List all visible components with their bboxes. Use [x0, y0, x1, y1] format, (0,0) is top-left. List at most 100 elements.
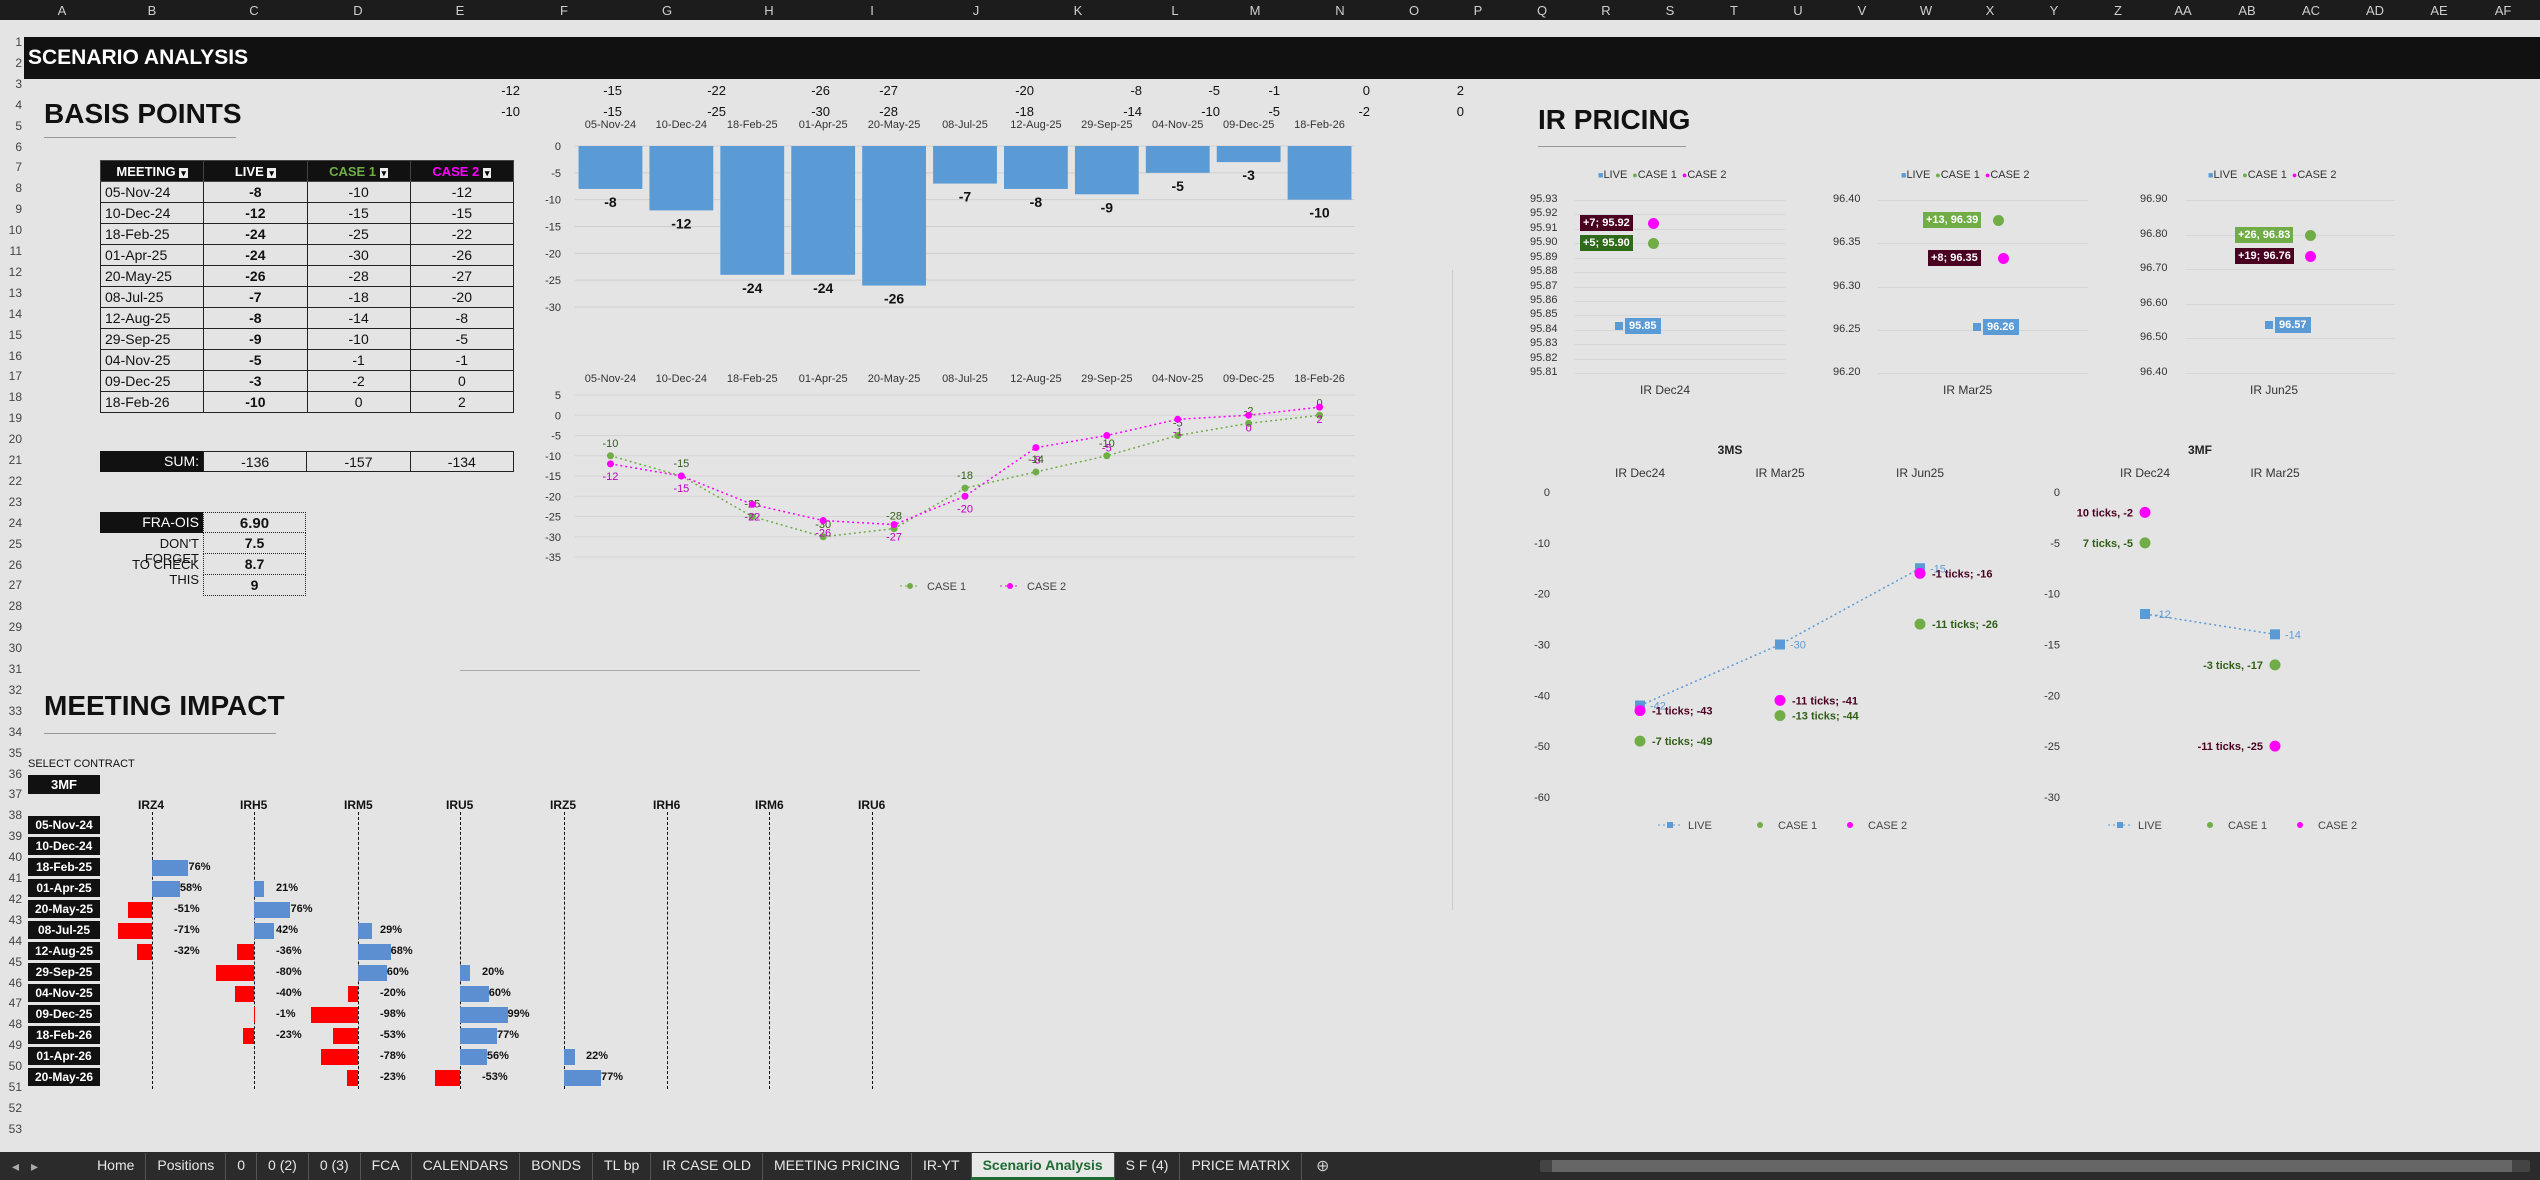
value-cell[interactable]: -24 [203, 244, 308, 266]
column-header[interactable]: A [58, 3, 67, 18]
data-point[interactable] [819, 517, 827, 525]
row-number[interactable]: 32 [0, 683, 22, 697]
row-number[interactable]: 52 [0, 1101, 22, 1115]
column-header[interactable]: AD [2366, 3, 2384, 18]
row-number[interactable]: 22 [0, 474, 22, 488]
data-point[interactable] [1103, 432, 1111, 439]
ir-case-marker[interactable] [1648, 238, 1659, 249]
filter-icon[interactable]: ▾ [179, 167, 188, 178]
column-header[interactable]: W [1920, 3, 1932, 18]
impact-bar[interactable] [215, 965, 254, 981]
row-number[interactable]: 2 [0, 56, 22, 70]
row-number[interactable]: 10 [0, 223, 22, 237]
impact-bar[interactable] [460, 1028, 497, 1044]
row-number[interactable]: 6 [0, 140, 22, 154]
row-number[interactable]: 8 [0, 181, 22, 195]
ir-case-marker[interactable] [1998, 253, 2009, 264]
impact-bar[interactable] [242, 1028, 254, 1044]
value-cell[interactable]: -25 [306, 223, 411, 245]
data-point[interactable] [606, 452, 614, 460]
row-number[interactable]: 14 [0, 307, 22, 321]
meeting-date-cell[interactable]: 05-Nov-24 [99, 181, 205, 203]
filter-icon[interactable]: ▾ [379, 167, 389, 178]
sheet-tab[interactable]: S F (4) [1115, 1152, 1181, 1180]
row-number[interactable]: 53 [0, 1122, 22, 1136]
meeting-date-cell[interactable]: 09-Dec-25 [99, 370, 205, 392]
data-point[interactable] [961, 492, 969, 500]
column-header[interactable]: O [1409, 3, 1419, 18]
row-number[interactable]: 23 [0, 495, 22, 509]
row-number[interactable]: 31 [0, 662, 22, 676]
note-value[interactable]: 8.7 [203, 554, 306, 575]
sheet-tab[interactable]: TL bp [593, 1152, 652, 1180]
meeting-date-cell[interactable]: 20-May-25 [99, 265, 205, 287]
value-cell[interactable]: -26 [409, 244, 515, 266]
live-marker[interactable] [2270, 629, 2280, 640]
impact-bar[interactable] [434, 1070, 460, 1086]
row-number[interactable]: 5 [0, 119, 22, 133]
horizontal-scrollbar[interactable] [1540, 1160, 2530, 1172]
ir-case-marker[interactable] [1648, 218, 1659, 229]
column-header[interactable]: V [1858, 3, 1867, 18]
meeting-date-cell[interactable]: 18-Feb-25 [99, 223, 205, 245]
row-number[interactable]: 36 [0, 767, 22, 781]
row-number[interactable]: 43 [0, 913, 22, 927]
row-number[interactable]: 35 [0, 746, 22, 760]
impact-bar[interactable] [320, 1049, 358, 1065]
row-number[interactable]: 48 [0, 1017, 22, 1031]
impact-bar[interactable] [460, 965, 470, 981]
bar[interactable] [933, 146, 997, 184]
row-number[interactable]: 42 [0, 892, 22, 906]
column-header[interactable]: I [870, 3, 874, 18]
value-cell[interactable]: -15 [409, 202, 515, 224]
row-number[interactable]: 12 [0, 265, 22, 279]
row-number[interactable]: 9 [0, 202, 22, 216]
meeting-date-cell[interactable]: 08-Jul-25 [99, 286, 205, 308]
scrollbar-thumb[interactable] [1552, 1160, 2512, 1172]
row-number[interactable]: 16 [0, 349, 22, 363]
impact-bar[interactable] [127, 902, 152, 918]
live-marker[interactable] [1775, 639, 1785, 650]
column-header[interactable]: M [1250, 3, 1261, 18]
impact-bar[interactable] [332, 1028, 358, 1044]
impact-bar[interactable] [358, 965, 387, 981]
note-value[interactable]: 9 [203, 575, 306, 596]
sheet-tab[interactable]: Positions [146, 1152, 227, 1180]
sheet-tab[interactable]: 0 (2) [257, 1152, 309, 1180]
column-header[interactable]: Y [2050, 3, 2059, 18]
impact-bar[interactable] [236, 944, 254, 960]
note-value[interactable]: 7.5 [203, 533, 306, 554]
value-cell[interactable]: 0 [409, 370, 515, 392]
value-cell[interactable]: -1 [409, 349, 515, 371]
bar[interactable] [578, 146, 643, 189]
row-number[interactable]: 19 [0, 411, 22, 425]
column-header[interactable]: AF [2495, 3, 2512, 18]
impact-bar[interactable] [254, 923, 275, 939]
impact-bar[interactable] [358, 923, 372, 939]
data-point[interactable] [606, 460, 614, 468]
column-header[interactable]: C [249, 3, 258, 18]
ir-case-marker[interactable] [2305, 230, 2316, 241]
meeting-date-cell[interactable]: 04-Nov-25 [99, 349, 205, 371]
value-cell[interactable]: -8 [409, 307, 515, 329]
value-cell[interactable]: -14 [306, 307, 411, 329]
data-point[interactable] [1245, 411, 1253, 419]
sheet-tab[interactable]: Scenario Analysis [971, 1152, 1115, 1180]
bar[interactable] [791, 146, 856, 275]
column-header[interactable]: G [662, 3, 672, 18]
case-marker[interactable] [1774, 710, 1786, 722]
meeting-date-cell[interactable]: 10-Dec-24 [99, 202, 205, 224]
bar[interactable] [649, 146, 714, 211]
row-number[interactable]: 25 [0, 537, 22, 551]
column-header[interactable]: Z [2114, 3, 2122, 18]
column-header[interactable]: S [1666, 3, 1675, 18]
sheet-tab[interactable]: CALENDARS [412, 1152, 521, 1180]
value-cell[interactable]: -10 [306, 181, 411, 203]
ir-live-marker[interactable] [1615, 322, 1623, 330]
value-cell[interactable]: -28 [306, 265, 411, 287]
column-header[interactable]: D [353, 3, 362, 18]
impact-bar[interactable] [136, 944, 152, 960]
bar[interactable] [1287, 146, 1352, 200]
case-marker[interactable] [2269, 659, 2281, 671]
impact-bar[interactable] [348, 986, 358, 1002]
